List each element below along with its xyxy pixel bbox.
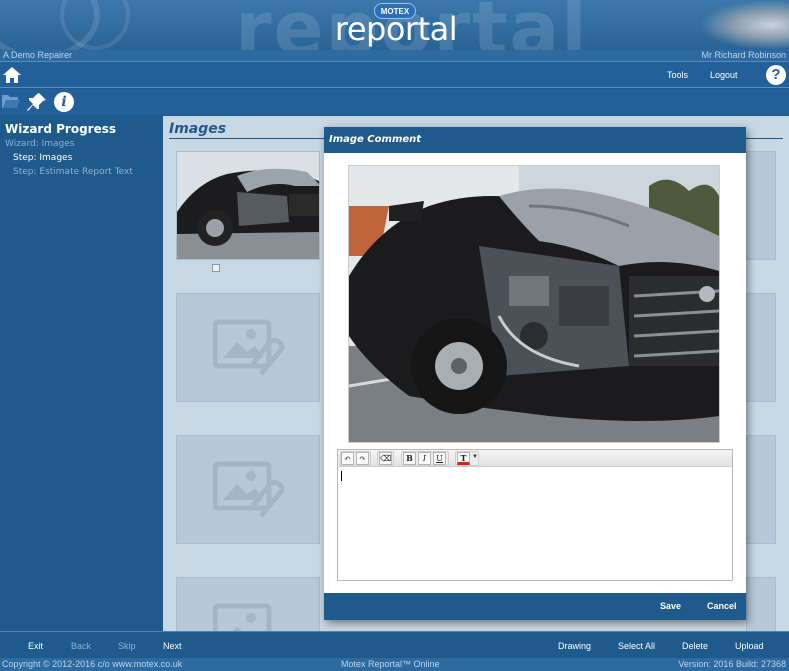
image-attachment-icon <box>213 461 285 518</box>
home-icon[interactable] <box>2 65 22 85</box>
editor-toolbar: ↶ ↷ ⌫ B I U T ▼ <box>338 450 732 467</box>
italic-button[interactable]: I <box>418 452 431 465</box>
product-name: Motex Reportal™ Online <box>341 659 440 669</box>
damaged-car-photo <box>348 165 720 443</box>
eraser-button[interactable]: ⌫ <box>379 452 392 465</box>
brand-logo: reportal <box>334 10 458 48</box>
logout-link[interactable]: Logout <box>710 70 738 80</box>
select-all-button[interactable]: Select All <box>618 641 655 651</box>
image-comment-dialog: Image Comment ↶ ↷ ⌫ B I U T ▼ Save Cance… <box>324 127 746 620</box>
status-bar: Copyright © 2012-2016 c/o www.motex.co.u… <box>0 658 789 671</box>
comment-editor: ↶ ↷ ⌫ B I U T ▼ <box>337 449 733 581</box>
image-placeholder[interactable] <box>176 577 320 631</box>
dialog-title: Image Comment <box>324 127 746 153</box>
wizard-name: Wizard: Images <box>5 139 75 149</box>
wizard-step-estimate-report-text[interactable]: Step: Estimate Report Text <box>13 167 133 177</box>
undo-button[interactable]: ↶ <box>341 452 354 465</box>
back-button[interactable]: Back <box>71 641 91 651</box>
exit-button[interactable]: Exit <box>28 641 43 651</box>
image-attachment-icon <box>213 603 272 631</box>
page-title: Images <box>169 121 227 137</box>
car-graphic <box>699 0 789 50</box>
delete-button[interactable]: Delete <box>682 641 708 651</box>
upload-button[interactable]: Upload <box>735 641 764 651</box>
nav-bar: Tools Logout ? <box>0 61 789 88</box>
comment-text-area[interactable] <box>338 468 732 580</box>
info-icon[interactable]: i <box>54 92 74 112</box>
image-select-checkbox[interactable] <box>212 264 220 272</box>
image-placeholder[interactable] <box>746 577 776 631</box>
image-placeholder[interactable] <box>176 293 320 402</box>
help-icon[interactable]: ? <box>766 65 786 85</box>
wizard-step-images[interactable]: Step: Images <box>13 153 72 163</box>
cancel-button[interactable]: Cancel <box>707 601 737 611</box>
next-button[interactable]: Next <box>163 641 182 651</box>
wizard-progress-title: Wizard Progress <box>5 122 117 136</box>
text-color-button[interactable]: T <box>457 452 470 465</box>
tool-bar: i <box>0 89 789 115</box>
version-text: Version: 2016 Build: 27368 <box>678 659 786 669</box>
image-placeholder[interactable] <box>746 151 776 260</box>
drawing-button[interactable]: Drawing <box>558 641 591 651</box>
underline-button[interactable]: U <box>433 452 446 465</box>
chevron-down-icon[interactable]: ▼ <box>472 454 478 460</box>
copyright-text: Copyright © 2012-2016 c/o www.motex.co.u… <box>2 659 183 669</box>
image-placeholder[interactable] <box>176 435 320 544</box>
image-attachment-icon <box>213 319 285 376</box>
image-placeholder[interactable] <box>746 435 776 544</box>
user-strip: A Demo Repairer Mr Richard Robinson <box>0 50 789 61</box>
action-bar: Exit Back Skip Next Drawing Select All D… <box>0 631 789 658</box>
folder-open-icon[interactable] <box>1 92 21 112</box>
dialog-footer: Save Cancel <box>324 593 746 620</box>
bold-button[interactable]: B <box>403 452 416 465</box>
redo-button[interactable]: ↷ <box>356 452 369 465</box>
wizard-sidebar: Wizard Progress Wizard: Images Step: Ima… <box>0 116 162 631</box>
company-name: A Demo Repairer <box>3 50 73 60</box>
save-button[interactable]: Save <box>660 601 681 611</box>
user-name: Mr Richard Robinson <box>701 50 786 60</box>
image-thumbnail[interactable] <box>176 151 320 260</box>
text-caret <box>341 471 342 481</box>
tools-menu[interactable]: Tools <box>667 70 688 80</box>
pin-icon[interactable] <box>27 92 47 112</box>
image-placeholder[interactable] <box>746 293 776 402</box>
header-banner: reportal MOTEX reportal <box>0 0 789 50</box>
skip-button[interactable]: Skip <box>118 641 136 651</box>
